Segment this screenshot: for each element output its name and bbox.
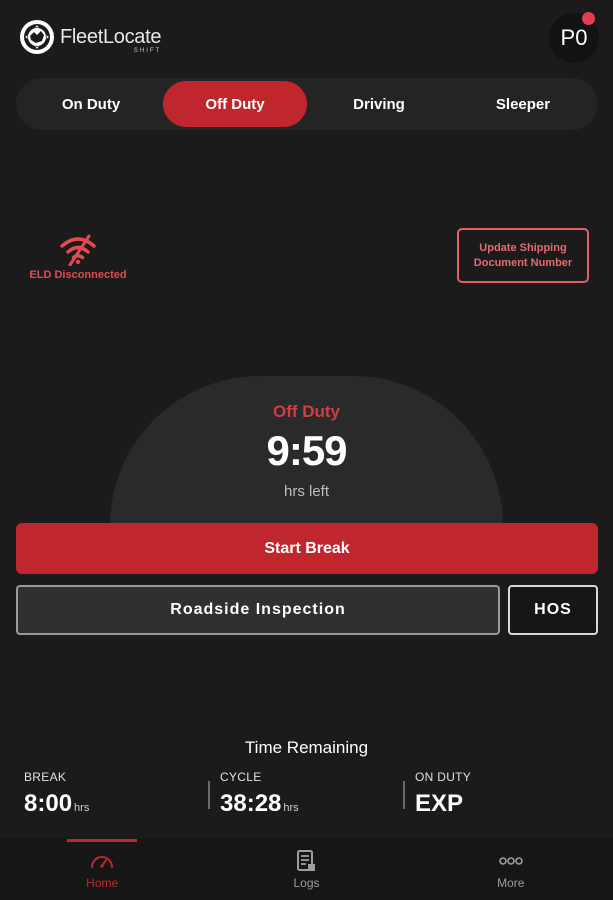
- eld-status[interactable]: ELD Disconnected: [22, 234, 134, 281]
- break-value: 8:00: [24, 790, 73, 817]
- active-indicator: [67, 839, 138, 842]
- app-header: FleetLocate SHIFT P0: [0, 0, 613, 76]
- on-duty-label: ON DUTY: [415, 770, 472, 784]
- time-remaining-title: Time Remaining: [244, 738, 369, 757]
- break-remaining: BREAK 8:00 hrs: [24, 770, 89, 818]
- globe-logo-icon: [20, 20, 54, 54]
- hours-left-value: 9:59: [266, 427, 347, 474]
- brand-subtitle: SHIFT: [133, 47, 162, 54]
- break-label: BREAK: [24, 770, 67, 784]
- on-duty-remaining: ON DUTY EXP: [415, 770, 471, 818]
- cycle-unit: hrs: [283, 802, 299, 814]
- notification-badge: [582, 12, 595, 25]
- roadside-inspection-button[interactable]: Roadside Inspection: [16, 585, 500, 635]
- brand-name: FleetLocate: [60, 25, 162, 48]
- on-duty-value: EXP: [415, 790, 464, 817]
- nav-home-label: Home: [86, 876, 119, 890]
- update-shipping-line2: Document Number: [473, 256, 573, 269]
- nav-more[interactable]: More: [409, 838, 613, 900]
- cycle-remaining: CYCLE 38:28 hrs: [220, 770, 299, 818]
- tab-on-duty[interactable]: On Duty: [19, 81, 163, 127]
- nav-more-label: More: [497, 876, 525, 890]
- eld-status-label: ELD Disconnected: [29, 269, 127, 281]
- tab-driving[interactable]: Driving: [307, 81, 451, 127]
- nav-logs-label: Logs: [293, 876, 320, 890]
- hours-left-label: hrs left: [283, 483, 329, 500]
- nav-logs[interactable]: Logs: [204, 838, 408, 900]
- duty-status-selector: On Duty Off Duty Driving Sleeper: [16, 78, 598, 130]
- cycle-label: CYCLE: [220, 770, 262, 784]
- current-duty-status: Off Duty: [272, 402, 341, 421]
- tab-off-duty[interactable]: Off Duty: [163, 81, 307, 127]
- brand-logo: FleetLocate SHIFT: [20, 20, 162, 54]
- update-shipping-line1: Update Shipping: [479, 241, 567, 254]
- cycle-value: 38:28: [220, 790, 282, 817]
- wifi-off-icon: [60, 234, 96, 266]
- break-unit: hrs: [74, 802, 90, 814]
- tab-sleeper[interactable]: Sleeper: [451, 81, 595, 127]
- document-icon: [297, 850, 316, 871]
- speedometer-icon: [91, 856, 114, 868]
- more-dots-icon: [499, 857, 523, 865]
- divider: [208, 781, 210, 809]
- nav-home[interactable]: Home: [0, 838, 204, 900]
- update-shipping-document-button[interactable]: Update Shipping Document Number: [457, 228, 589, 283]
- bottom-navigation: Home Logs More: [0, 838, 613, 900]
- start-break-button[interactable]: Start Break: [16, 523, 598, 574]
- hos-button[interactable]: HOS: [508, 585, 598, 635]
- divider: [403, 781, 405, 809]
